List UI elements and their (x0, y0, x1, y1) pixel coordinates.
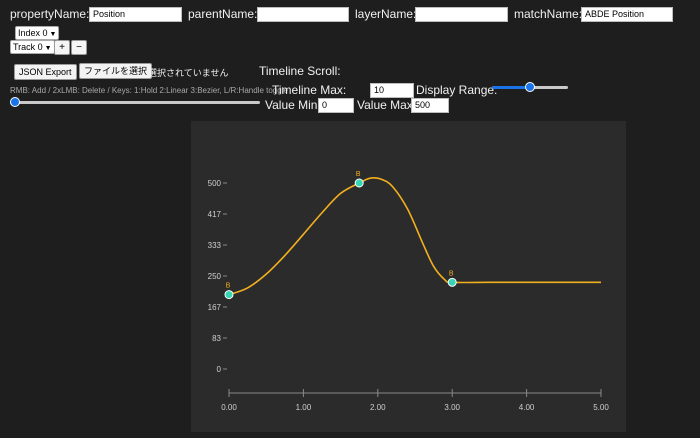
keyframe-label: B (356, 171, 361, 178)
timeline-max-label: Timeline Max: (272, 83, 347, 97)
property-name-input[interactable]: Position (89, 7, 182, 22)
shortcut-hint: RMB: Add / 2xLMB: Delete / Keys: 1:Hold … (10, 86, 288, 95)
x-tick-label: 2.00 (370, 403, 386, 412)
chevron-down-icon: ▼ (44, 45, 52, 52)
value-max-input[interactable]: 500 (411, 98, 449, 113)
parent-name-input[interactable] (257, 7, 349, 22)
y-tick-label: 167 (208, 303, 222, 312)
curve-chart[interactable]: 0 83 167 250 333 417 500 0.00 1.00 2.00 3.00 4.00 5.… (191, 121, 626, 432)
match-name-label: matchName: (514, 7, 583, 21)
track-select-value: Track 0 (13, 42, 43, 52)
layer-name-input[interactable] (415, 7, 508, 22)
animation-curve (228, 177, 601, 296)
keyframe-point[interactable] (354, 178, 364, 188)
curve-editor-panel[interactable]: 0 83 167 250 333 417 500 0.00 1.00 2.00 3.00 4.00 5.… (191, 121, 626, 432)
display-range-label: Display Range: (416, 83, 498, 97)
value-min-input[interactable]: 0 (318, 98, 354, 113)
display-range-thumb[interactable] (525, 82, 535, 92)
y-tick-label: 83 (212, 334, 221, 343)
timeline-max-input[interactable]: 10 (370, 83, 414, 98)
timeline-scroll-slider[interactable] (10, 96, 260, 108)
property-name-label: propertyName: (10, 7, 90, 21)
match-name-input[interactable]: ABDE Position (581, 7, 673, 22)
y-tick-label: 417 (208, 210, 222, 219)
layer-name-label: layerName: (355, 7, 417, 21)
file-select-button[interactable]: ファイルを選択 (79, 63, 153, 79)
y-tick-label: 0 (217, 365, 222, 374)
parent-name-label: parentName: (188, 7, 258, 21)
json-export-button[interactable]: JSON Export (14, 64, 77, 80)
keyframe-label: B (226, 283, 231, 290)
display-range-slider[interactable] (492, 81, 568, 93)
x-tick-label: 0.00 (221, 403, 237, 412)
timeline-scroll-track (10, 101, 260, 104)
keyframe-label: B (449, 270, 454, 277)
x-tick-label: 1.00 (296, 403, 312, 412)
y-tick-label: 333 (208, 241, 222, 250)
keyframe-point[interactable] (224, 290, 234, 300)
x-tick-label: 3.00 (444, 403, 460, 412)
x-tick-label: 4.00 (519, 403, 535, 412)
file-status-text: 選択されていません (148, 68, 229, 78)
keyframe-point[interactable] (447, 277, 457, 287)
value-max-label: Value Max: (357, 98, 417, 112)
index-select[interactable]: Index 0 ▼ (15, 26, 60, 40)
remove-track-button[interactable]: − (71, 40, 87, 55)
timeline-scroll-label: Timeline Scroll: (259, 64, 341, 78)
x-tick-label: 5.00 (593, 403, 609, 412)
timeline-scroll-thumb[interactable] (10, 97, 20, 107)
index-select-value: Index 0 (18, 28, 48, 38)
add-track-button[interactable]: + (54, 40, 70, 55)
y-tick-label: 250 (208, 272, 222, 281)
y-tick-label: 500 (208, 179, 222, 188)
value-min-label: Value Min: (265, 98, 321, 112)
track-select[interactable]: Track 0 ▼ (10, 40, 55, 54)
